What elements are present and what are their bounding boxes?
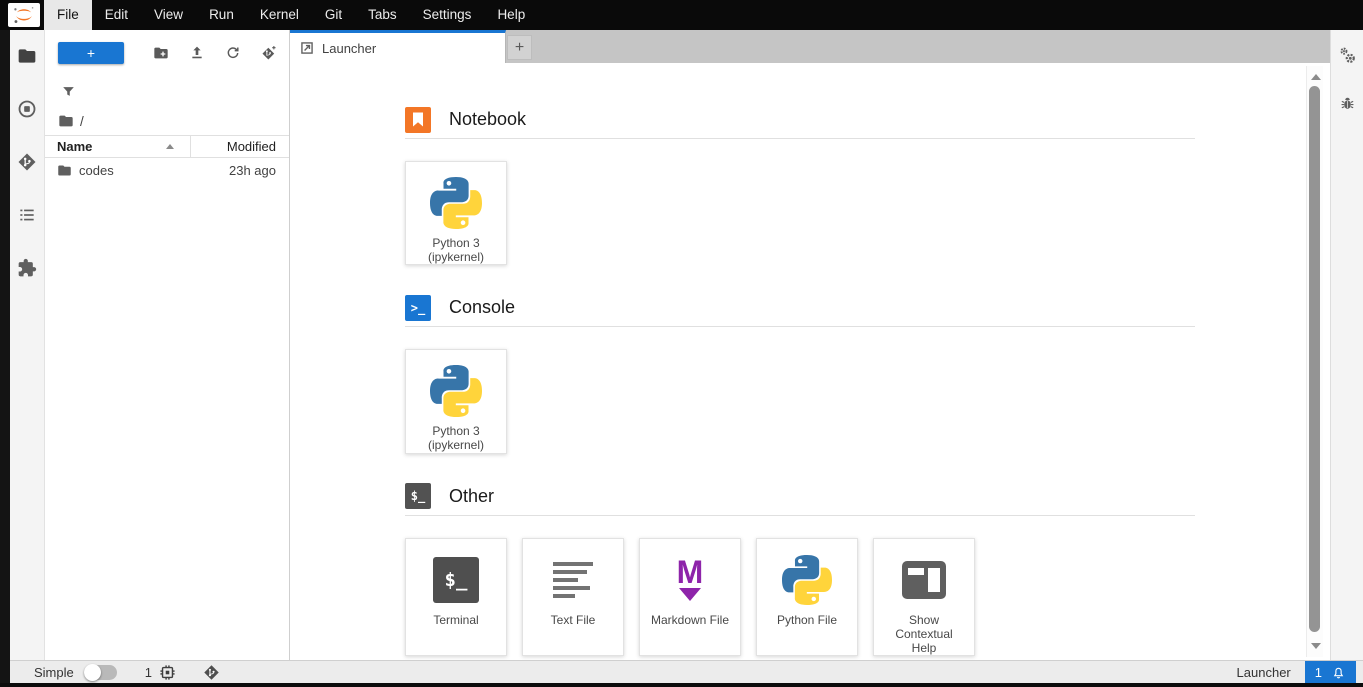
breadcrumb: /: [45, 107, 289, 135]
main-dock-panel: Launcher + Notebook Pytho: [290, 30, 1330, 660]
terminal-section-icon: $_: [405, 483, 431, 509]
tab-launcher-label: Launcher: [322, 41, 376, 56]
section-title-other: Other: [449, 486, 494, 507]
column-header-name[interactable]: Name: [45, 136, 190, 157]
menu-bar: File Edit View Run Kernel Git Tabs Setti…: [0, 0, 1363, 30]
notification-count: 1: [1315, 665, 1322, 680]
launcher-card-markdown-file[interactable]: M Markdown File: [639, 538, 741, 656]
launcher-card-show-contextual-help[interactable]: Show Contextual Help: [873, 538, 975, 656]
scroll-up-arrow[interactable]: [1311, 74, 1321, 80]
menu-item-help[interactable]: Help: [484, 0, 538, 30]
card-label: Text File: [531, 613, 615, 627]
card-label: Show Contextual Help: [882, 613, 966, 655]
file-list-header: Name Modified: [45, 135, 289, 158]
bell-icon: [1331, 665, 1346, 680]
menu-item-tabs[interactable]: Tabs: [355, 0, 410, 30]
home-folder-icon[interactable]: [58, 113, 74, 129]
card-label: Markdown File: [648, 613, 732, 627]
python-logo-icon: [430, 363, 482, 419]
debugger-icon[interactable]: [1339, 95, 1356, 112]
git-status-icon[interactable]: [203, 664, 220, 681]
table-of-contents-icon[interactable]: [17, 205, 37, 225]
tab-launcher[interactable]: Launcher: [290, 30, 506, 63]
menu-item-run[interactable]: Run: [196, 0, 247, 30]
launcher-content: Notebook Python 3 (ipykernel) >_ Console: [290, 63, 1330, 660]
simple-mode-label: Simple: [34, 665, 74, 680]
card-label: Python 3 (ipykernel): [414, 236, 498, 264]
breadcrumb-root[interactable]: /: [80, 114, 84, 129]
kernel-count: 1: [145, 665, 152, 680]
file-browser-toolbar: +: [45, 30, 289, 75]
property-inspector-icon[interactable]: [1338, 46, 1357, 65]
file-modified: 23h ago: [229, 163, 289, 178]
git-clone-icon[interactable]: [261, 45, 277, 61]
window-edge-strip: [0, 0, 10, 687]
status-bar: Simple 1 Launcher 1: [10, 660, 1363, 683]
section-title-notebook: Notebook: [449, 109, 526, 130]
file-name: codes: [79, 163, 229, 178]
new-folder-icon[interactable]: [153, 45, 169, 61]
filter-icon[interactable]: [61, 84, 76, 99]
launcher-section-other: $_ Other $_ Terminal Text File: [405, 484, 1195, 660]
python-logo-icon: [430, 175, 482, 231]
contextual-help-icon: [901, 552, 947, 608]
menu-item-view[interactable]: View: [141, 0, 196, 30]
launcher-tab-icon: [300, 41, 314, 55]
text-file-icon: [553, 562, 593, 598]
section-title-console: Console: [449, 297, 515, 318]
new-tab-button[interactable]: +: [507, 35, 532, 60]
markdown-icon: M: [677, 558, 704, 601]
left-activity-bar: [10, 30, 45, 660]
file-browser-panel: + / Name: [45, 30, 290, 660]
launcher-section-notebook: Notebook Python 3 (ipykernel): [405, 107, 1195, 295]
running-sessions-icon[interactable]: [17, 99, 37, 119]
launcher-card-python-file[interactable]: Python File: [756, 538, 858, 656]
card-label: Python 3 (ipykernel): [414, 424, 498, 452]
window-bottom-strip: [0, 683, 1363, 687]
right-activity-bar: [1330, 30, 1363, 660]
scroll-down-arrow[interactable]: [1311, 643, 1321, 649]
column-name-label: Name: [57, 139, 92, 154]
terminal-icon: $_: [433, 557, 479, 603]
kernel-status[interactable]: 1: [145, 664, 176, 681]
menu-item-file[interactable]: File: [44, 0, 92, 30]
jupyter-logo[interactable]: [8, 3, 40, 27]
launcher-section-console: >_ Console Python 3 (ipykernel): [405, 295, 1195, 483]
vertical-scrollbar: [1306, 66, 1323, 657]
scrollbar-thumb[interactable]: [1309, 86, 1320, 632]
refresh-icon[interactable]: [225, 45, 241, 61]
column-header-modified[interactable]: Modified: [190, 136, 289, 157]
card-label: Terminal: [414, 613, 498, 627]
folder-icon: [57, 163, 72, 178]
filter-row: [45, 75, 289, 107]
python-logo-icon: [782, 552, 832, 608]
current-activity-label: Launcher: [1237, 665, 1291, 680]
upload-icon[interactable]: [189, 45, 205, 61]
launcher-card-python3-notebook[interactable]: Python 3 (ipykernel): [405, 161, 507, 265]
notebook-icon: [405, 107, 431, 133]
new-launcher-button[interactable]: +: [58, 42, 124, 64]
notification-badge[interactable]: 1: [1305, 661, 1356, 684]
menu-item-kernel[interactable]: Kernel: [247, 0, 312, 30]
sort-ascending-icon: [166, 144, 174, 149]
card-label: Python File: [765, 613, 849, 627]
kernel-chip-icon: [159, 664, 176, 681]
file-browser-tab-icon[interactable]: [17, 46, 37, 66]
menu-item-settings[interactable]: Settings: [410, 0, 485, 30]
console-icon: >_: [405, 295, 431, 321]
jupyterlab-window: File Edit View Run Kernel Git Tabs Setti…: [0, 0, 1363, 687]
menu-item-edit[interactable]: Edit: [92, 0, 141, 30]
launcher-card-terminal[interactable]: $_ Terminal: [405, 538, 507, 656]
launcher-card-text-file[interactable]: Text File: [522, 538, 624, 656]
jupyter-logo-icon: [10, 4, 38, 26]
tab-bar: Launcher +: [290, 30, 1330, 63]
git-panel-icon[interactable]: [17, 152, 37, 172]
menu-item-git[interactable]: Git: [312, 0, 355, 30]
extension-manager-icon[interactable]: [17, 258, 37, 278]
launcher-card-python3-console[interactable]: Python 3 (ipykernel): [405, 349, 507, 453]
file-row-codes[interactable]: codes 23h ago: [45, 158, 289, 183]
simple-mode-toggle[interactable]: [84, 665, 117, 680]
toggle-knob: [84, 664, 101, 681]
